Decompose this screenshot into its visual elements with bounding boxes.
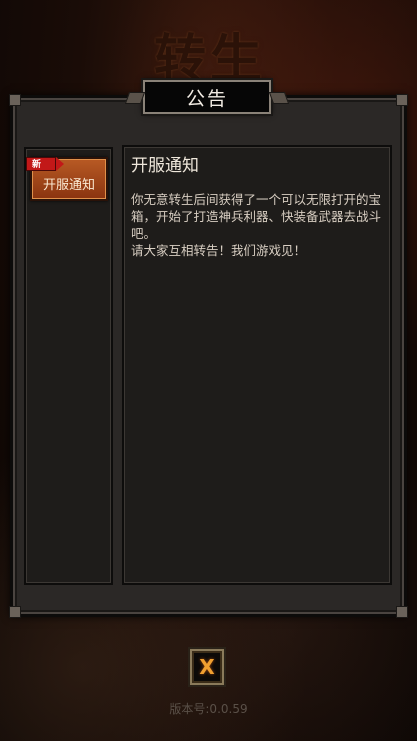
notice-list: 新 开服通知 (24, 147, 113, 585)
dialog-title: 公告 (185, 87, 228, 110)
corner-ornament (9, 94, 21, 106)
notice-list-item-server-open[interactable]: 新 开服通知 (26, 157, 108, 201)
close-button[interactable]: X (190, 649, 224, 685)
corner-ornament (396, 606, 408, 618)
notice-title: 开服通知 (131, 156, 199, 176)
corner-ornament (9, 606, 21, 618)
corner-ornament (396, 94, 408, 106)
notice-list-item-label: 开服通知 (42, 177, 95, 193)
title-ornament-left (124, 92, 146, 104)
notice-body: 你无意转生后间获得了一个可以无限打开的宝箱，开始了打造神兵利器、快装备武器去战斗… (131, 192, 382, 258)
notice-content-pane: 开服通知 你无意转生后间获得了一个可以无限打开的宝箱，开始了打造神兵利器、快装备… (122, 145, 392, 585)
new-badge: 新 (26, 157, 64, 171)
dialog-title-plate: 公告 (124, 80, 290, 114)
close-icon: X (199, 655, 215, 679)
version-label: 版本号:0.0.59 (169, 702, 248, 716)
